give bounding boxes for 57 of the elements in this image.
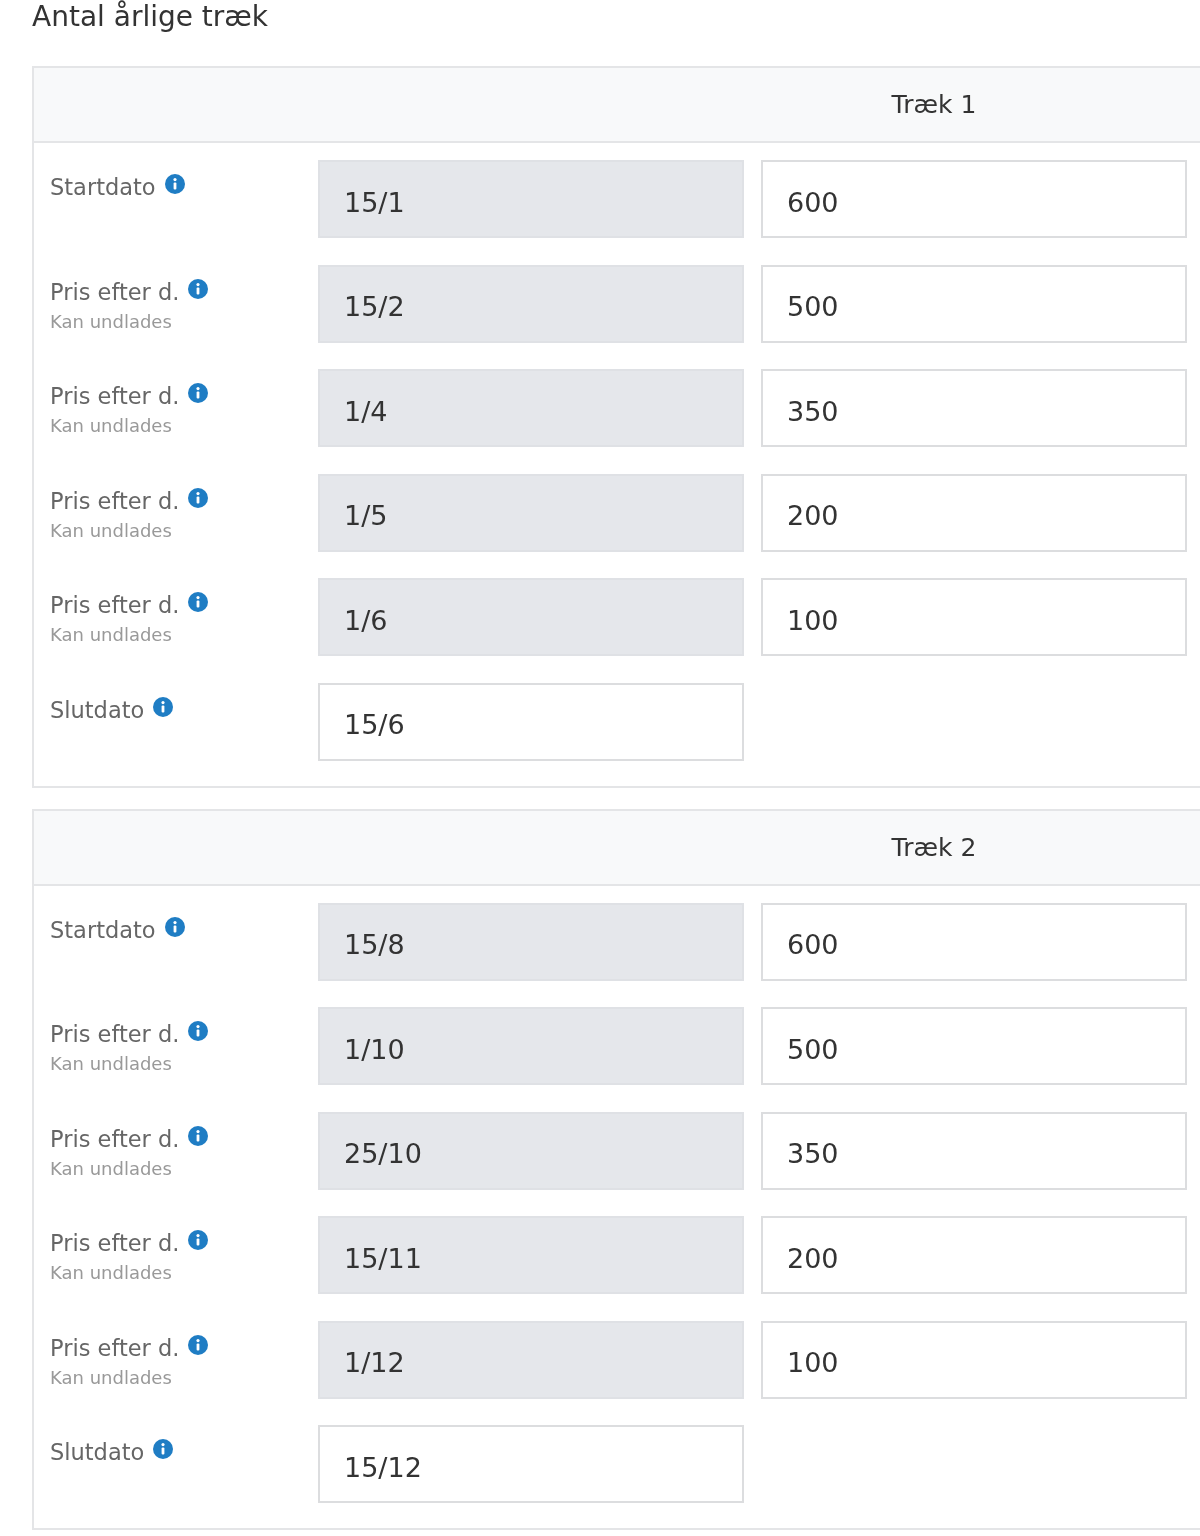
price-field[interactable]: 200: [761, 1216, 1187, 1294]
panel-heading: Træk 2: [891, 832, 977, 862]
info-icon[interactable]: [153, 1439, 174, 1459]
info-icon[interactable]: [188, 592, 209, 612]
optional-hint: Kan undlades: [50, 519, 172, 542]
field-label: Pris efter d.: [50, 1334, 180, 1361]
optional-hint: Kan undlades: [50, 624, 172, 646]
price-field[interactable]: 100: [761, 1320, 1187, 1399]
price-field[interactable]: 500: [761, 264, 1187, 343]
date-field: 1/5: [318, 473, 744, 552]
field-label: Pris efter d.: [50, 592, 180, 618]
optional-hint: Kan undlades: [50, 1262, 172, 1284]
field-label: Slutdato: [50, 696, 145, 723]
field-label: Slutdato: [50, 1439, 145, 1465]
optional-hint: Kan undlades: [50, 1053, 172, 1075]
date-field: 1/4: [318, 369, 744, 447]
section-title: Antal årlige træk: [32, 0, 270, 34]
date-field: 15/8: [318, 902, 744, 981]
optional-hint: Kan undlades: [50, 310, 172, 333]
info-icon[interactable]: [188, 1021, 209, 1041]
field-label: Startdato: [50, 916, 156, 943]
optional-hint: Kan undlades: [50, 1157, 172, 1180]
price-field[interactable]: 600: [761, 160, 1187, 238]
price-field[interactable]: 100: [761, 578, 1187, 656]
date-field: 15/11: [318, 1216, 744, 1294]
optional-hint: Kan undlades: [50, 415, 172, 437]
date-field: 25/10: [318, 1111, 744, 1190]
info-icon[interactable]: [188, 487, 209, 508]
info-icon[interactable]: [188, 1334, 209, 1355]
price-field[interactable]: 500: [761, 1007, 1187, 1085]
field-label: Pris efter d.: [50, 1021, 180, 1047]
date-field: 1/10: [318, 1007, 744, 1085]
panel-heading: Træk 1: [891, 90, 977, 119]
info-icon[interactable]: [188, 1125, 209, 1146]
price-field[interactable]: 600: [761, 902, 1187, 981]
optional-hint: Kan undlades: [50, 1366, 172, 1389]
info-icon[interactable]: [164, 916, 185, 937]
field-label: Pris efter d.: [50, 487, 180, 514]
date-field: 15/1: [318, 160, 744, 238]
field-label: Pris efter d.: [50, 1125, 180, 1152]
date-field: 1/6: [318, 578, 744, 656]
info-icon[interactable]: [188, 383, 209, 403]
info-icon[interactable]: [153, 696, 174, 717]
date-field[interactable]: 15/12: [318, 1425, 744, 1503]
price-field[interactable]: 350: [761, 1111, 1187, 1190]
field-label: Pris efter d.: [50, 383, 180, 409]
info-icon[interactable]: [188, 1230, 209, 1250]
info-icon[interactable]: [188, 278, 209, 299]
date-field: 15/2: [318, 264, 744, 343]
date-field[interactable]: 15/6: [318, 682, 744, 761]
field-label: Pris efter d.: [50, 1230, 180, 1256]
price-field[interactable]: 200: [761, 473, 1187, 552]
field-label: Pris efter d.: [50, 278, 180, 305]
info-icon[interactable]: [164, 174, 185, 194]
field-label: Startdato: [50, 174, 156, 200]
date-field: 1/12: [318, 1320, 744, 1399]
price-field[interactable]: 350: [761, 369, 1187, 447]
